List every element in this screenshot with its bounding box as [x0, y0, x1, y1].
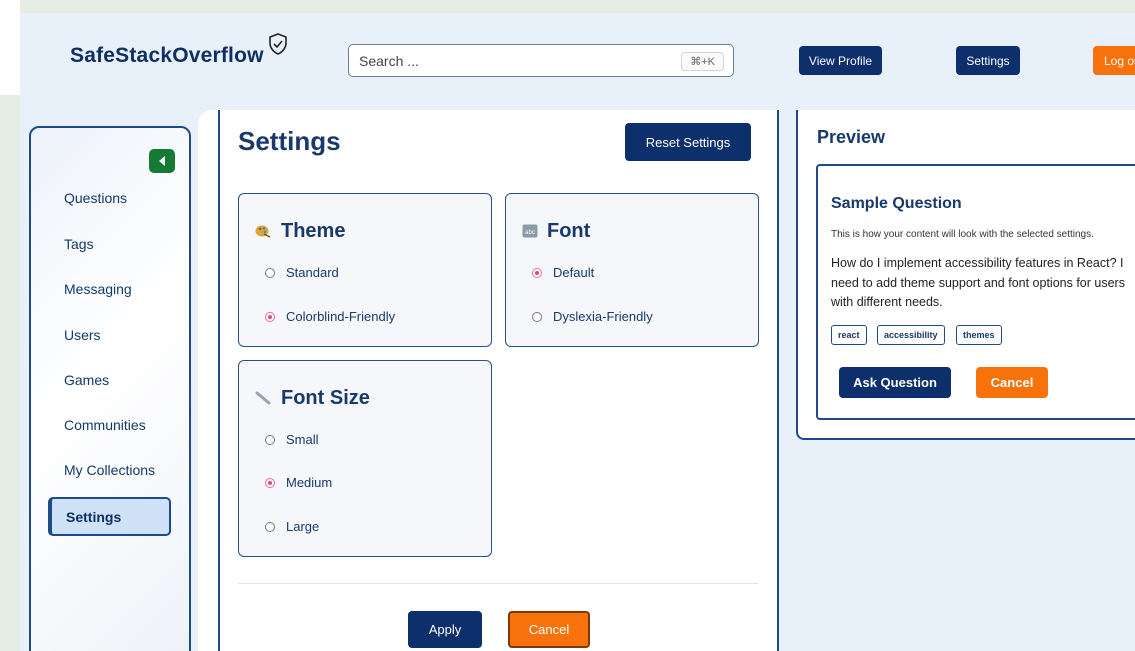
sidebar-item-messaging[interactable]: Messaging — [64, 281, 132, 297]
font-abc-icon: abc — [522, 224, 538, 238]
option-label: Small — [286, 432, 319, 447]
radio-large[interactable] — [265, 521, 275, 532]
sidebar-item-tags[interactable]: Tags — [64, 236, 94, 252]
shield-check-icon — [269, 33, 287, 55]
sidebar-item-users[interactable]: Users — [64, 327, 101, 343]
apply-button[interactable]: Apply — [408, 611, 482, 648]
font-option-dyslexia[interactable]: Dyslexia-Friendly — [532, 309, 653, 324]
sidebar-item-my-collections[interactable]: My Collections — [64, 462, 155, 478]
search-shortcut-badge: ⌘+K — [681, 52, 724, 71]
sample-subtitle: This is how your content will look with … — [831, 229, 1094, 240]
sidebar-item-settings[interactable]: Settings — [48, 497, 171, 536]
svg-text:abc: abc — [525, 230, 535, 236]
sidebar-item-questions[interactable]: Questions — [64, 190, 127, 206]
sidebar-item-games[interactable]: Games — [64, 372, 109, 388]
font-size-option-small[interactable]: Small — [265, 432, 319, 447]
font-size-option-large[interactable]: Large — [265, 519, 319, 534]
logout-button[interactable]: Log out — [1093, 46, 1135, 75]
settings-button[interactable]: Settings — [956, 46, 1020, 75]
theme-option-colorblind[interactable]: Colorblind-Friendly — [265, 309, 395, 324]
option-label: Large — [286, 519, 320, 534]
radio-standard[interactable] — [265, 267, 275, 278]
font-title: Font — [547, 220, 591, 242]
sidebar-item-label: Settings — [66, 509, 122, 525]
tag-themes[interactable]: themes — [956, 325, 1002, 345]
ask-question-button[interactable]: Ask Question — [839, 367, 951, 398]
radio-default[interactable] — [532, 267, 542, 278]
ruler-icon — [255, 391, 271, 405]
sidebar-item-communities[interactable]: Communities — [64, 417, 146, 433]
radio-small[interactable] — [265, 434, 275, 445]
theme-option-standard[interactable]: Standard — [265, 265, 339, 280]
search-input[interactable]: Search ... ⌘+K — [348, 44, 734, 77]
preview-cancel-button[interactable]: Cancel — [976, 367, 1048, 398]
option-label: Colorblind-Friendly — [286, 309, 396, 324]
page-title: Settings — [238, 126, 341, 156]
preview-title: Preview — [817, 127, 886, 147]
font-size-option-medium[interactable]: Medium — [265, 475, 332, 490]
app-logo[interactable]: SafeStackOverflow — [70, 44, 264, 68]
radio-colorblind[interactable] — [265, 311, 275, 322]
font-size-title: Font Size — [281, 387, 370, 409]
radio-dyslexia[interactable] — [532, 311, 542, 322]
view-profile-button[interactable]: View Profile — [799, 46, 882, 75]
search-placeholder: Search ... — [359, 53, 419, 69]
theme-title: Theme — [281, 220, 346, 242]
option-label: Default — [553, 265, 595, 280]
option-label: Dyslexia-Friendly — [553, 309, 653, 324]
sample-body: How do I implement accessibility feature… — [831, 256, 1125, 309]
tag-react[interactable]: react — [831, 325, 867, 345]
cancel-button[interactable]: Cancel — [508, 611, 590, 648]
tag-accessibility[interactable]: accessibility — [877, 325, 945, 345]
radio-medium[interactable] — [265, 477, 275, 488]
reset-settings-button[interactable]: Reset Settings — [625, 123, 751, 161]
font-option-default[interactable]: Default — [532, 265, 594, 280]
palette-icon — [255, 225, 271, 238]
caret-left-icon — [159, 156, 165, 166]
option-label: Standard — [286, 265, 339, 280]
sample-question-title: Sample Question — [831, 195, 962, 212]
sidebar-collapse-button[interactable] — [149, 149, 175, 173]
option-label: Medium — [286, 475, 333, 490]
divider — [238, 583, 758, 584]
window-edge — [0, 0, 20, 95]
